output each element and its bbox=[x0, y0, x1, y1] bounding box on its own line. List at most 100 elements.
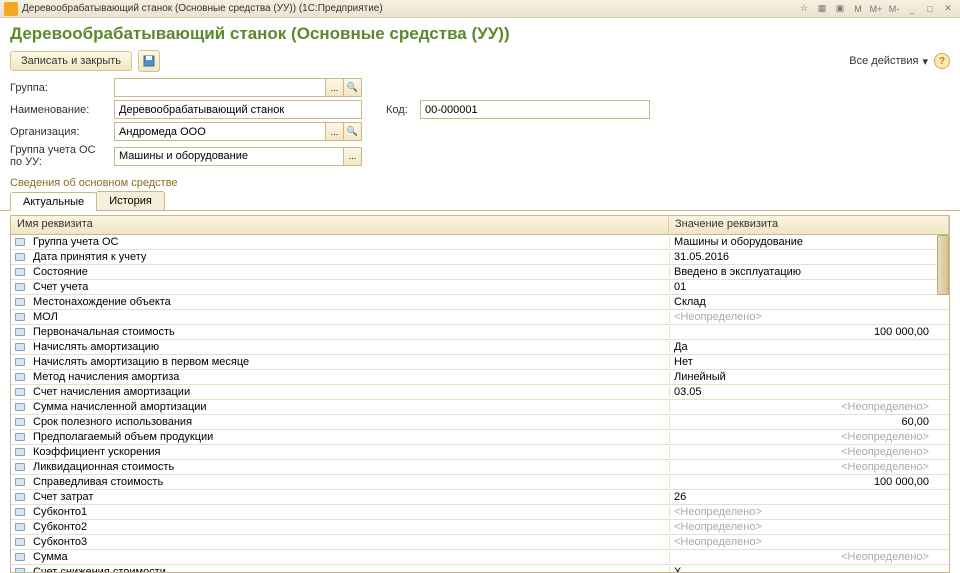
row-value: <Неопределено> bbox=[669, 551, 949, 563]
table-row[interactable]: Предполагаемый объем продукции<Неопредел… bbox=[11, 430, 949, 445]
row-value: Нет bbox=[669, 356, 949, 368]
org-label: Организация: bbox=[10, 126, 108, 138]
close-icon[interactable]: ✕ bbox=[940, 2, 956, 16]
col-val-header[interactable]: Значение реквизита bbox=[669, 216, 949, 234]
row-value: Х bbox=[669, 566, 949, 573]
group-label: Группа: bbox=[10, 82, 108, 94]
table-row[interactable]: СостояниеВведено в эксплуатацию bbox=[11, 265, 949, 280]
row-value: <Неопределено> bbox=[669, 431, 949, 443]
save-button[interactable] bbox=[138, 50, 160, 72]
row-icon bbox=[11, 553, 29, 561]
row-value: Склад bbox=[669, 296, 949, 308]
uu-group-input[interactable] bbox=[114, 147, 362, 166]
row-icon bbox=[11, 268, 29, 276]
table-row[interactable]: Счет затрат26 bbox=[11, 490, 949, 505]
table-row[interactable]: Счет начисления амортизации03.05 bbox=[11, 385, 949, 400]
row-icon bbox=[11, 403, 29, 411]
org-search-button[interactable]: 🔍 bbox=[343, 123, 361, 140]
row-name: Предполагаемый объем продукции bbox=[29, 431, 669, 443]
row-name: Субконто3 bbox=[29, 536, 669, 548]
window-title: Деревообрабатывающий станок (Основные ср… bbox=[22, 3, 796, 14]
row-icon bbox=[11, 328, 29, 336]
row-icon bbox=[11, 298, 29, 306]
group-search-button[interactable]: 🔍 bbox=[343, 79, 361, 96]
table-row[interactable]: Субконто2<Неопределено> bbox=[11, 520, 949, 535]
org-dots-button[interactable]: ... bbox=[325, 123, 343, 140]
win-btn-m[interactable]: M bbox=[850, 2, 866, 16]
row-icon bbox=[11, 253, 29, 261]
row-icon bbox=[11, 538, 29, 546]
scrollbar-thumb[interactable] bbox=[937, 235, 949, 295]
tab-actual[interactable]: Актуальные bbox=[10, 192, 97, 211]
col-name-header[interactable]: Имя реквизита bbox=[11, 216, 669, 234]
section-title: Сведения об основном средстве bbox=[0, 173, 960, 191]
app-icon bbox=[4, 2, 18, 16]
all-actions-label: Все действия bbox=[849, 55, 918, 67]
form-area: Группа: ... 🔍 Наименование: Код: Организ… bbox=[0, 76, 960, 173]
win-btn-1[interactable]: ☆ bbox=[796, 2, 812, 16]
row-icon bbox=[11, 238, 29, 246]
minimize-icon[interactable]: _ bbox=[904, 2, 920, 16]
row-name: Коэффициент ускорения bbox=[29, 446, 669, 458]
row-icon bbox=[11, 283, 29, 291]
row-name: Субконто2 bbox=[29, 521, 669, 533]
name-input[interactable] bbox=[114, 100, 362, 119]
table-row[interactable]: Первоначальная стоимость100 000,00 bbox=[11, 325, 949, 340]
row-icon bbox=[11, 358, 29, 366]
row-icon bbox=[11, 523, 29, 531]
table-row[interactable]: Группа учета ОСМашины и оборудование bbox=[11, 235, 949, 250]
tabs: Актуальные История bbox=[0, 191, 960, 211]
row-name: Дата принятия к учету bbox=[29, 251, 669, 263]
row-value: <Неопределено> bbox=[669, 311, 949, 323]
row-value: 31.05.2016 bbox=[669, 251, 949, 263]
win-btn-mplus[interactable]: M+ bbox=[868, 2, 884, 16]
org-input-wrap: ... 🔍 bbox=[114, 122, 362, 141]
table-row[interactable]: Счет учета01 bbox=[11, 280, 949, 295]
table-row[interactable]: Счет снижения стоимостиХ bbox=[11, 565, 949, 573]
win-btn-3[interactable]: ▣ bbox=[832, 2, 848, 16]
all-actions-menu[interactable]: Все действия ▾ bbox=[849, 55, 928, 68]
table-row[interactable]: Метод начисления амортизаЛинейный bbox=[11, 370, 949, 385]
save-close-button[interactable]: Записать и закрыть bbox=[10, 51, 132, 71]
table-row[interactable]: Начислять амортизацию в первом месяцеНет bbox=[11, 355, 949, 370]
row-value: Машины и оборудование bbox=[669, 236, 949, 248]
row-name: Начислять амортизацию в первом месяце bbox=[29, 356, 669, 368]
table-row[interactable]: МОЛ<Неопределено> bbox=[11, 310, 949, 325]
table-row[interactable]: Местонахождение объектаСклад bbox=[11, 295, 949, 310]
row-name: Метод начисления амортиза bbox=[29, 371, 669, 383]
row-icon bbox=[11, 418, 29, 426]
code-input[interactable] bbox=[420, 100, 650, 119]
window-buttons: ☆ ▦ ▣ M M+ M- _ □ ✕ bbox=[796, 2, 956, 16]
table-row[interactable]: Дата принятия к учету31.05.2016 bbox=[11, 250, 949, 265]
row-name: Начислять амортизацию bbox=[29, 341, 669, 353]
uu-group-dots-button[interactable]: ... bbox=[343, 148, 361, 165]
row-icon bbox=[11, 463, 29, 471]
row-icon bbox=[11, 478, 29, 486]
tab-history[interactable]: История bbox=[96, 191, 165, 210]
table-row[interactable]: Справедливая стоимость100 000,00 bbox=[11, 475, 949, 490]
row-value: 60,00 bbox=[669, 416, 949, 428]
group-dots-button[interactable]: ... bbox=[325, 79, 343, 96]
row-icon bbox=[11, 508, 29, 516]
help-button[interactable]: ? bbox=[934, 53, 950, 69]
row-name: Сумма начисленной амортизации bbox=[29, 401, 669, 413]
row-value: Введено в эксплуатацию bbox=[669, 266, 949, 278]
row-value: Линейный bbox=[669, 371, 949, 383]
table-row[interactable]: Коэффициент ускорения<Неопределено> bbox=[11, 445, 949, 460]
table-row[interactable]: Сумма<Неопределено> bbox=[11, 550, 949, 565]
row-icon bbox=[11, 568, 29, 573]
table-row[interactable]: Срок полезного использования60,00 bbox=[11, 415, 949, 430]
maximize-icon[interactable]: □ bbox=[922, 2, 938, 16]
row-name: Счет затрат bbox=[29, 491, 669, 503]
win-btn-2[interactable]: ▦ bbox=[814, 2, 830, 16]
table-row[interactable]: Субконто1<Неопределено> bbox=[11, 505, 949, 520]
page-title: Деревообрабатывающий станок (Основные ср… bbox=[10, 24, 950, 44]
table-row[interactable]: Сумма начисленной амортизации<Неопределе… bbox=[11, 400, 949, 415]
row-value: <Неопределено> bbox=[669, 446, 949, 458]
table-row[interactable]: Ликвидационная стоимость<Неопределено> bbox=[11, 460, 949, 475]
table-row[interactable]: Субконто3<Неопределено> bbox=[11, 535, 949, 550]
table-row[interactable]: Начислять амортизациюДа bbox=[11, 340, 949, 355]
win-btn-mminus[interactable]: M- bbox=[886, 2, 902, 16]
name-label: Наименование: bbox=[10, 104, 108, 116]
row-name: Счет учета bbox=[29, 281, 669, 293]
